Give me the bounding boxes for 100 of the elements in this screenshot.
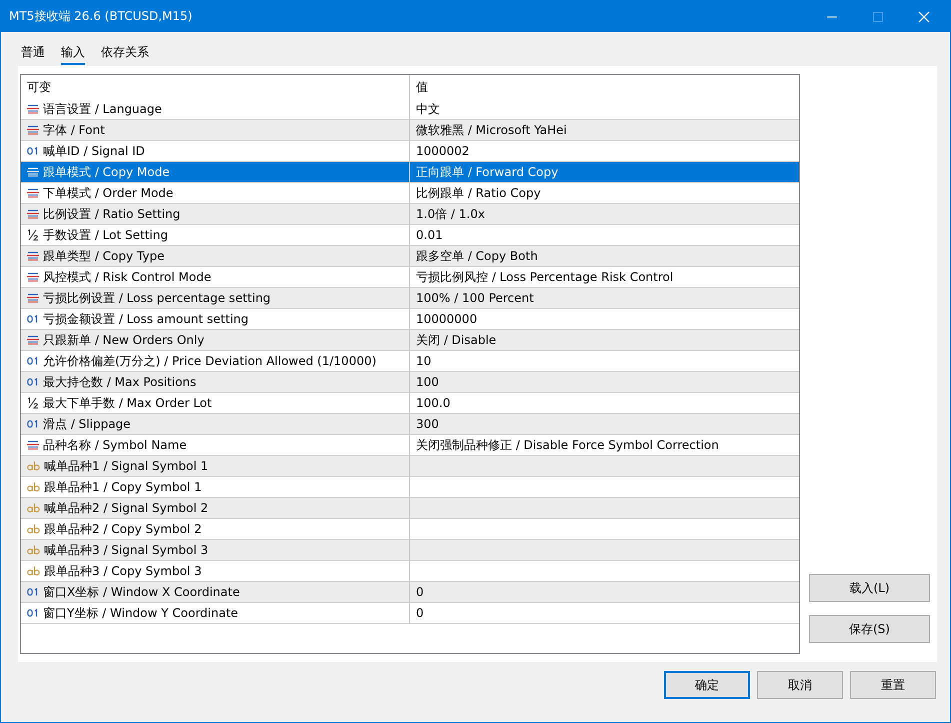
parameter-name: 亏损比例设置 / Loss percentage setting xyxy=(43,290,271,306)
list-icon xyxy=(27,272,39,282)
list-icon xyxy=(27,125,39,135)
text-type-icon xyxy=(27,482,40,492)
parameter-value: 亏损比例风控 / Loss Percentage Risk Control xyxy=(416,268,674,286)
list-icon xyxy=(27,188,39,198)
integer-icon xyxy=(27,609,39,617)
dialog-button[interactable]: 取消 xyxy=(757,671,843,699)
table-row[interactable]: 允许价格偏差(万分之) / Price Deviation Allowed (1/10000) 10 xyxy=(21,351,799,372)
parameter-value: 100% / 100 Percent xyxy=(416,291,534,305)
parameter-name: 喊单品种3 / Signal Symbol 3 xyxy=(44,542,208,558)
parameter-value: 关闭 / Disable xyxy=(416,332,496,348)
parameter-value: 0.01 xyxy=(416,228,443,242)
parameter-name: 下单模式 / Order Mode xyxy=(43,184,174,202)
parameter-name: 跟单品种2 / Copy Symbol 2 xyxy=(44,520,202,538)
text-type-icon xyxy=(27,461,40,471)
parameter-name: 最大持仓数 / Max Positions xyxy=(43,374,196,390)
list-icon xyxy=(27,209,39,219)
text-type-icon xyxy=(27,566,40,576)
table-row[interactable]: 跟单品种2 / Copy Symbol 2 xyxy=(21,519,799,540)
text-type-icon xyxy=(27,503,40,513)
parameter-name: 喊单ID / Signal ID xyxy=(43,142,145,160)
list-icon xyxy=(27,440,39,450)
integer-icon xyxy=(27,588,39,596)
parameter-name: 喊单品种1 / Signal Symbol 1 xyxy=(44,458,208,474)
table-row[interactable]: 只跟新单 / New Orders Only 关闭 / Disable xyxy=(21,330,799,351)
table-row[interactable]: 字体 / Font 微软雅黑 / Microsoft YaHei xyxy=(21,120,799,141)
text-type-icon xyxy=(27,524,40,534)
parameter-name: 滑点 / Slippage xyxy=(43,416,131,432)
table-row[interactable]: 手数设置 / Lot Setting 0.01 xyxy=(21,225,799,246)
table-row[interactable]: 窗口Y坐标 / Window Y Coordinate 0 xyxy=(21,603,799,624)
parameter-name: 喊单品种2 / Signal Symbol 2 xyxy=(44,500,208,516)
parameter-name: 跟单模式 / Copy Mode xyxy=(43,164,170,180)
parameter-value: 1000002 xyxy=(416,144,470,158)
table-row[interactable]: 最大持仓数 / Max Positions 100 xyxy=(21,372,799,393)
table-row[interactable]: 亏损比例设置 / Loss percentage setting 100% / 100 Percent xyxy=(21,288,799,309)
dialog-button[interactable]: 确定 xyxy=(664,671,750,699)
tab[interactable]: 依存关系 xyxy=(101,42,149,63)
table-row[interactable]: 语言设置 / Language 中文 xyxy=(21,99,799,120)
parameter-name: 手数设置 / Lot Setting xyxy=(43,226,168,244)
parameter-name: 只跟新单 / New Orders Only xyxy=(43,332,204,348)
side-button[interactable]: 保存(S) xyxy=(809,615,930,643)
parameter-value: 1.0倍 / 1.0x xyxy=(416,206,485,222)
list-icon xyxy=(27,293,39,303)
parameter-value: 100.0 xyxy=(416,396,450,410)
side-button[interactable]: 载入(L) xyxy=(809,574,930,602)
parameter-name: 跟单品种3 / Copy Symbol 3 xyxy=(44,562,202,580)
close-icon[interactable] xyxy=(918,10,930,22)
table-row[interactable]: 跟单品种1 / Copy Symbol 1 xyxy=(21,477,799,498)
table-row[interactable]: 亏损金额设置 / Loss amount setting 10000000 xyxy=(21,309,799,330)
list-icon xyxy=(27,167,39,177)
table-row[interactable]: 跟单类型 / Copy Type 跟多空单 / Copy Both xyxy=(21,246,799,267)
parameter-name: 窗口X坐标 / Window X Coordinate xyxy=(43,584,240,600)
fraction-icon xyxy=(27,397,39,409)
parameter-value: 比例跟单 / Ratio Copy xyxy=(416,184,541,202)
table-row[interactable]: 比例设置 / Ratio Setting 1.0倍 / 1.0x xyxy=(21,204,799,225)
list-icon xyxy=(27,251,39,261)
parameter-name: 窗口Y坐标 / Window Y Coordinate xyxy=(43,604,238,622)
text-type-icon xyxy=(27,545,40,555)
parameter-name: 风控模式 / Risk Control Mode xyxy=(43,268,212,286)
tab[interactable]: 普通 xyxy=(21,42,45,63)
parameter-value: 关闭强制品种修正 / Disable Force Symbol Correction xyxy=(416,436,719,454)
parameter-value: 10000000 xyxy=(416,312,478,326)
parameter-value: 跟多空单 / Copy Both xyxy=(416,248,538,264)
table-row[interactable]: 喊单品种1 / Signal Symbol 1 xyxy=(21,456,799,477)
table-row[interactable]: 跟单模式 / Copy Mode 正向跟单 / Forward Copy xyxy=(21,162,799,183)
table-row[interactable]: 滑点 / Slippage 300 xyxy=(21,414,799,435)
integer-icon xyxy=(27,315,39,323)
parameter-value: 正向跟单 / Forward Copy xyxy=(416,164,558,180)
table-row[interactable]: 喊单品种3 / Signal Symbol 3 xyxy=(21,540,799,561)
integer-icon xyxy=(27,147,39,155)
parameter-value: 0 xyxy=(416,585,424,599)
parameter-value: 100 xyxy=(416,375,439,389)
parameter-name: 亏损金额设置 / Loss amount setting xyxy=(43,310,249,328)
parameter-name: 跟单品种1 / Copy Symbol 1 xyxy=(44,478,202,496)
list-icon xyxy=(27,104,39,114)
parameter-name: 比例设置 / Ratio Setting xyxy=(43,206,180,222)
parameter-name: 最大下单手数 / Max Order Lot xyxy=(43,394,212,412)
table-row[interactable]: 跟单品种3 / Copy Symbol 3 xyxy=(21,561,799,582)
parameter-name: 跟单类型 / Copy Type xyxy=(43,248,164,264)
table-row[interactable]: 窗口X坐标 / Window X Coordinate 0 xyxy=(21,582,799,603)
table-row[interactable]: 最大下单手数 / Max Order Lot 100.0 xyxy=(21,393,799,414)
integer-icon xyxy=(27,357,39,365)
integer-icon xyxy=(27,378,39,386)
table-row[interactable]: 品种名称 / Symbol Name 关闭强制品种修正 / Disable Force Symbol Correction xyxy=(21,435,799,456)
dialog-button[interactable]: 重置 xyxy=(850,671,936,699)
table-row[interactable]: 喊单品种2 / Signal Symbol 2 xyxy=(21,498,799,519)
table-row[interactable]: 风控模式 / Risk Control Mode 亏损比例风控 / Loss Percentage Risk Control xyxy=(21,267,799,288)
table-row[interactable]: 喊单ID / Signal ID 1000002 xyxy=(21,141,799,162)
fraction-icon xyxy=(27,229,39,241)
parameter-name: 品种名称 / Symbol Name xyxy=(43,436,187,454)
parameter-name: 字体 / Font xyxy=(43,122,105,138)
window-title: MT5接收端 26.6 (BTCUSD,M15) xyxy=(9,8,192,25)
parameter-value: 中文 xyxy=(416,100,440,118)
list-icon xyxy=(27,335,39,345)
table-row[interactable]: 下单模式 / Order Mode 比例跟单 / Ratio Copy xyxy=(21,183,799,204)
parameter-value: 300 xyxy=(416,417,439,431)
column-header: 可变 xyxy=(26,78,52,96)
parameter-value: 0 xyxy=(416,606,424,620)
integer-icon xyxy=(27,420,39,428)
